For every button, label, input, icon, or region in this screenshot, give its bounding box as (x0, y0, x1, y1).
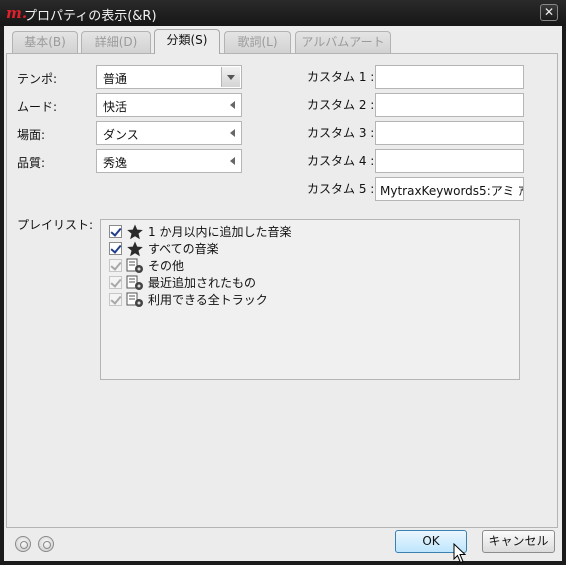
mood-value: 快活 (103, 100, 128, 114)
mouse-cursor-icon (453, 543, 467, 564)
playlist-label: プレイリスト: (17, 218, 94, 232)
quality-dropdown[interactable]: 秀逸 (96, 149, 242, 173)
title-bar: m. プロパティの表示(&R) ✕ (0, 0, 566, 26)
custom-3-label: カスタム 3 : (307, 126, 375, 140)
tab-lyrics[interactable]: 歌詞(L) (224, 31, 291, 53)
custom-2-label: カスタム 2 : (307, 98, 375, 112)
playlist-name: 利用できる全トラック (148, 293, 268, 307)
mood-label: ムード: (17, 100, 58, 114)
checkbox (109, 259, 122, 272)
close-button[interactable]: ✕ (540, 4, 558, 21)
arrow-left-icon (230, 157, 235, 165)
quality-label: 品質: (17, 156, 46, 170)
custom-2-field[interactable] (375, 93, 524, 117)
arrow-left-icon (230, 101, 235, 109)
list-item[interactable]: 利用できる全トラック (109, 291, 268, 308)
previous-button[interactable] (15, 536, 31, 552)
tempo-value: 普通 (103, 72, 128, 86)
playlist-name: 1 か月以内に追加した音楽 (148, 225, 292, 239)
playlist-name: 最近追加されたもの (148, 276, 257, 290)
checkbox (109, 293, 122, 306)
star-icon (127, 241, 143, 256)
playlist-name: すべての音楽 (148, 242, 219, 256)
tab-classification[interactable]: 分類(S) (154, 29, 220, 54)
scene-dropdown[interactable]: ダンス (96, 121, 242, 145)
cancel-button[interactable]: キャンセル (482, 530, 555, 553)
custom-1-label: カスタム 1 : (307, 70, 375, 84)
list-item[interactable]: 1 か月以内に追加した音楽 (109, 223, 291, 240)
checkbox[interactable] (109, 242, 122, 255)
tab-basic[interactable]: 基本(B) (12, 31, 78, 53)
auto-playlist-icon (126, 275, 143, 290)
chevron-down-icon (227, 75, 235, 80)
scene-label: 場面: (17, 128, 46, 142)
list-item[interactable]: 最近追加されたもの (109, 274, 256, 291)
quality-value: 秀逸 (103, 156, 128, 170)
list-item[interactable]: すべての音楽 (109, 240, 219, 257)
arrow-left-icon (230, 129, 235, 137)
star-icon (127, 224, 143, 239)
checkbox (109, 276, 122, 289)
playlist-list[interactable]: 1 か月以内に追加した音楽 すべての音楽 その他 最近追加されたもの 利用できる… (100, 219, 520, 380)
playlist-name: その他 (148, 259, 185, 273)
custom-5-value: MytraxKeywords5:アミ ｱﾐ (380, 184, 524, 198)
tab-details[interactable]: 詳細(D) (81, 31, 151, 53)
scene-value: ダンス (103, 128, 139, 142)
mood-dropdown[interactable]: 快活 (96, 93, 242, 117)
custom-5-label: カスタム 5 : (307, 182, 375, 196)
custom-1-field[interactable] (375, 65, 524, 89)
tempo-label: テンポ: (17, 72, 58, 86)
custom-5-field[interactable]: MytraxKeywords5:アミ ｱﾐ (375, 177, 524, 201)
custom-3-field[interactable] (375, 121, 524, 145)
dropdown-button[interactable] (221, 67, 240, 87)
window-title: プロパティの表示(&R) (24, 9, 157, 24)
checkbox[interactable] (109, 225, 122, 238)
tempo-dropdown[interactable]: 普通 (96, 65, 242, 89)
list-item[interactable]: その他 (109, 257, 184, 274)
custom-4-label: カスタム 4 : (307, 154, 375, 168)
next-button[interactable] (38, 536, 54, 552)
auto-playlist-icon (126, 258, 143, 273)
custom-4-field[interactable] (375, 149, 524, 173)
auto-playlist-icon (126, 292, 143, 307)
tab-album-art[interactable]: アルバムアート (295, 31, 391, 53)
